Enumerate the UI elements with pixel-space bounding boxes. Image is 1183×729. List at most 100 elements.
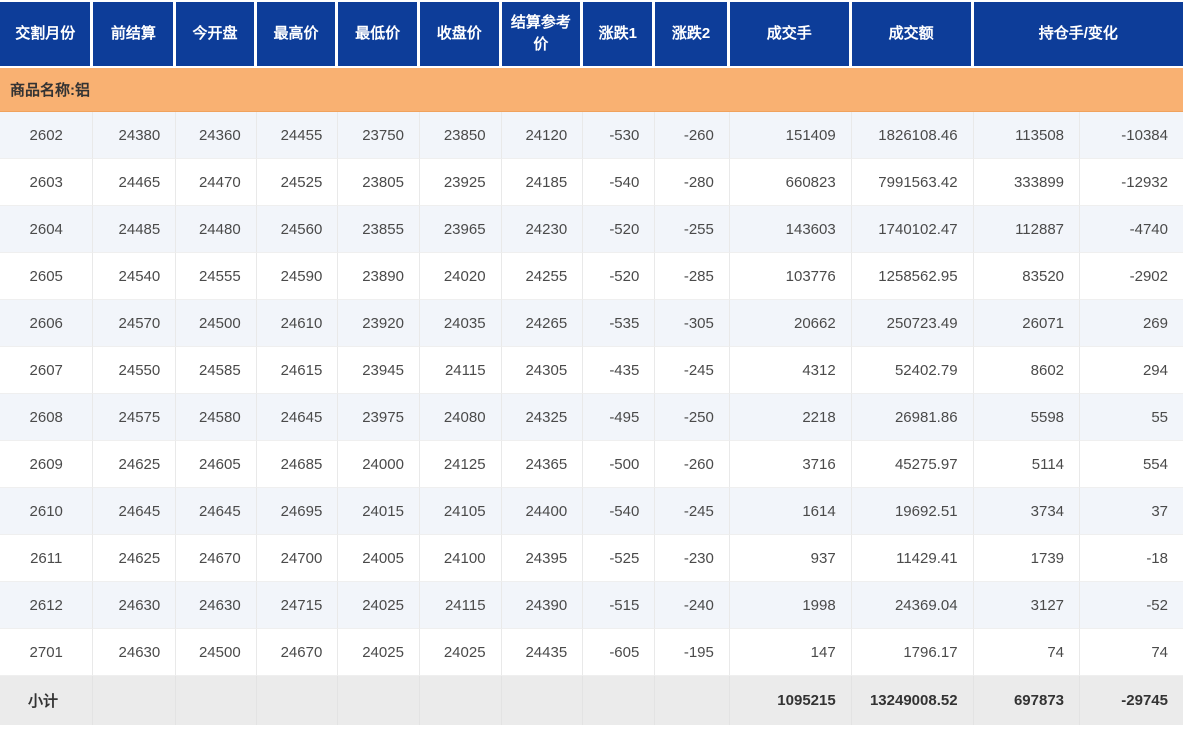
cell-change1: -535 xyxy=(583,300,655,347)
cell-volume: 103776 xyxy=(730,253,852,300)
cell-change1: -540 xyxy=(583,488,655,535)
cell-turnover: 52402.79 xyxy=(852,347,974,394)
column-header-change1: 涨跌1 xyxy=(583,0,655,68)
cell-prev_settle: 24540 xyxy=(93,253,176,300)
cell-turnover: 7991563.42 xyxy=(852,159,974,206)
cell-settle_ref: 24305 xyxy=(502,347,584,394)
cell-change2: -280 xyxy=(655,159,730,206)
cell-turnover: 1258562.95 xyxy=(852,253,974,300)
cell-change2: -195 xyxy=(655,629,730,676)
cell-month: 2605 xyxy=(0,253,93,300)
cell-turnover: 1740102.47 xyxy=(852,206,974,253)
cell-open: 24360 xyxy=(176,112,256,159)
cell-oi_change: 55 xyxy=(1080,394,1183,441)
subtotal-empty-cell xyxy=(338,676,420,725)
subtotal-empty-cell xyxy=(583,676,655,725)
cell-open_interest: 83520 xyxy=(974,253,1080,300)
cell-low: 23890 xyxy=(338,253,420,300)
subtotal-row: 小计 1095215 13249008.52 697873 -29745 xyxy=(0,676,1183,725)
subtotal-open-interest: 697873 xyxy=(974,676,1080,725)
column-header-volume: 成交手 xyxy=(730,0,852,68)
cell-change2: -260 xyxy=(655,112,730,159)
cell-month: 2602 xyxy=(0,112,93,159)
cell-high: 24695 xyxy=(257,488,339,535)
cell-low: 23945 xyxy=(338,347,420,394)
cell-close: 24115 xyxy=(420,582,502,629)
cell-high: 24670 xyxy=(257,629,339,676)
cell-month: 2604 xyxy=(0,206,93,253)
cell-turnover: 1796.17 xyxy=(852,629,974,676)
cell-change2: -250 xyxy=(655,394,730,441)
cell-close: 24105 xyxy=(420,488,502,535)
column-header-low: 最低价 xyxy=(338,0,420,68)
cell-oi_change: -52 xyxy=(1080,582,1183,629)
cell-settle_ref: 24265 xyxy=(502,300,584,347)
cell-settle_ref: 24230 xyxy=(502,206,584,253)
cell-high: 24685 xyxy=(257,441,339,488)
cell-low: 24000 xyxy=(338,441,420,488)
futures-quotes-table: 交割月份前结算今开盘最高价最低价收盘价结算参考价涨跌1涨跌2成交手成交额持仓手/… xyxy=(0,0,1183,725)
cell-settle_ref: 24255 xyxy=(502,253,584,300)
cell-low: 23920 xyxy=(338,300,420,347)
cell-change1: -500 xyxy=(583,441,655,488)
cell-oi_change: -2902 xyxy=(1080,253,1183,300)
cell-high: 24615 xyxy=(257,347,339,394)
cell-low: 24005 xyxy=(338,535,420,582)
table-row: 2608245752458024645239752408024325-495-2… xyxy=(0,394,1183,441)
quotes-page: 交割月份前结算今开盘最高价最低价收盘价结算参考价涨跌1涨跌2成交手成交额持仓手/… xyxy=(0,0,1183,729)
cell-volume: 1998 xyxy=(730,582,852,629)
cell-volume: 3716 xyxy=(730,441,852,488)
cell-turnover: 24369.04 xyxy=(852,582,974,629)
cell-open_interest: 8602 xyxy=(974,347,1080,394)
cell-prev_settle: 24645 xyxy=(93,488,176,535)
cell-month: 2610 xyxy=(0,488,93,535)
cell-close: 23850 xyxy=(420,112,502,159)
cell-prev_settle: 24625 xyxy=(93,535,176,582)
cell-low: 23975 xyxy=(338,394,420,441)
cell-open_interest: 113508 xyxy=(974,112,1080,159)
subtotal-empty-cell xyxy=(176,676,256,725)
subtotal-volume: 1095215 xyxy=(730,676,852,725)
cell-change2: -245 xyxy=(655,347,730,394)
cell-prev_settle: 24630 xyxy=(93,582,176,629)
cell-high: 24560 xyxy=(257,206,339,253)
cell-settle_ref: 24120 xyxy=(502,112,584,159)
table-row: 2607245502458524615239452411524305-435-2… xyxy=(0,347,1183,394)
cell-open: 24500 xyxy=(176,300,256,347)
column-header-close: 收盘价 xyxy=(420,0,502,68)
cell-oi_change: -4740 xyxy=(1080,206,1183,253)
cell-oi_change: -18 xyxy=(1080,535,1183,582)
cell-volume: 4312 xyxy=(730,347,852,394)
cell-volume: 937 xyxy=(730,535,852,582)
cell-prev_settle: 24380 xyxy=(93,112,176,159)
cell-low: 24025 xyxy=(338,629,420,676)
cell-change1: -435 xyxy=(583,347,655,394)
table-row: 2610246452464524695240152410524400-540-2… xyxy=(0,488,1183,535)
cell-prev_settle: 24575 xyxy=(93,394,176,441)
cell-high: 24700 xyxy=(257,535,339,582)
table-row: 2612246302463024715240252411524390-515-2… xyxy=(0,582,1183,629)
cell-change1: -495 xyxy=(583,394,655,441)
cell-open: 24470 xyxy=(176,159,256,206)
cell-high: 24590 xyxy=(257,253,339,300)
subtotal-empty-cell xyxy=(93,676,176,725)
cell-open: 24500 xyxy=(176,629,256,676)
cell-high: 24610 xyxy=(257,300,339,347)
cell-change2: -285 xyxy=(655,253,730,300)
cell-change2: -305 xyxy=(655,300,730,347)
column-header-prev_settle: 前结算 xyxy=(93,0,176,68)
cell-open_interest: 333899 xyxy=(974,159,1080,206)
cell-turnover: 250723.49 xyxy=(852,300,974,347)
cell-month: 2609 xyxy=(0,441,93,488)
cell-change2: -260 xyxy=(655,441,730,488)
cell-change1: -605 xyxy=(583,629,655,676)
cell-change1: -540 xyxy=(583,159,655,206)
cell-close: 24035 xyxy=(420,300,502,347)
cell-prev_settle: 24630 xyxy=(93,629,176,676)
cell-prev_settle: 24625 xyxy=(93,441,176,488)
product-name-row: 商品名称:铝 xyxy=(0,68,1183,112)
cell-open: 24480 xyxy=(176,206,256,253)
cell-open: 24645 xyxy=(176,488,256,535)
cell-settle_ref: 24185 xyxy=(502,159,584,206)
cell-low: 23750 xyxy=(338,112,420,159)
